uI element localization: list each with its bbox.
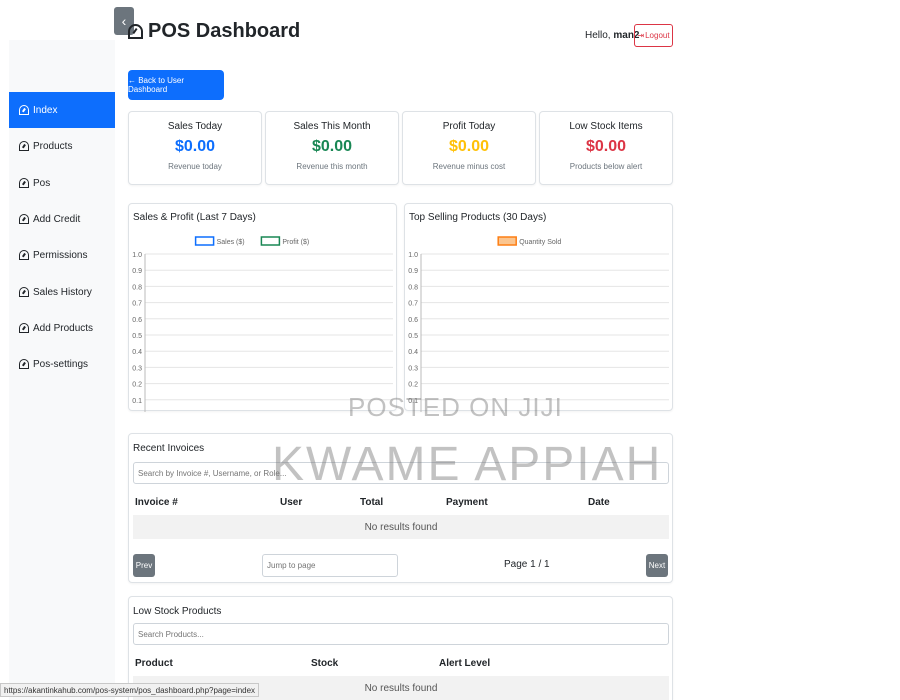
y-tick-label: 0.1: [132, 398, 142, 405]
sidebar-item-pos-settings[interactable]: Pos-settings: [9, 346, 115, 382]
stat-subtext: Revenue this month: [296, 162, 368, 171]
sidebar-item-pos[interactable]: Pos: [9, 165, 115, 201]
stat-card-profit-today: Profit Today $0.00 Revenue minus cost: [402, 111, 536, 185]
page-header: POS Dashboard: [128, 20, 300, 43]
chevron-left-icon: ‹: [121, 13, 127, 29]
watermark-text: KWAME APPIAH: [272, 438, 663, 491]
sidebar-item-sales-history[interactable]: Sales History: [9, 274, 115, 310]
stat-label: Profit Today: [442, 121, 496, 132]
section-title: Recent Invoices: [133, 443, 205, 454]
stat-value: $0.00: [585, 138, 627, 155]
product-search-input[interactable]: [133, 623, 669, 645]
column-header: User: [280, 497, 303, 508]
sidebar-item-add-products[interactable]: Add Products: [9, 310, 115, 346]
column-header: Alert Level: [439, 658, 491, 669]
dashboard-icon: [19, 323, 29, 333]
y-tick-label: 0.9: [132, 268, 142, 275]
sidebar-item-label: Products: [33, 140, 73, 152]
back-to-user-dashboard-button[interactable]: ← Back to User Dashboard: [128, 70, 224, 100]
dashboard-icon: [19, 250, 29, 260]
sidebar-item-add-credit[interactable]: Add Credit: [9, 201, 115, 237]
chart-plot-area: 1.00.90.80.70.60.50.40.30.20.10Quantity …: [408, 236, 669, 412]
y-tick-label: 0.5: [408, 333, 418, 340]
dashboard-icon: [19, 141, 29, 151]
sidebar-item-products[interactable]: Products: [9, 128, 115, 164]
column-header: Total: [360, 497, 384, 508]
stat-label: Sales This Month: [293, 121, 371, 132]
y-tick-label: 0.8: [132, 284, 142, 291]
stat-label: Low Stock Items: [569, 121, 643, 132]
y-tick-label: 0.3: [408, 365, 418, 372]
stat-card-low-stock: Low Stock Items $0.00 Products below ale…: [539, 111, 673, 185]
watermark-text: POSTED ON JIJI: [348, 392, 563, 422]
dashboard-icon: [19, 214, 29, 224]
logout-label: Logout: [645, 31, 670, 40]
stat-subtext: Products below alert: [569, 162, 643, 171]
dashboard-icon: [19, 105, 29, 115]
legend-label: Sales ($): [217, 239, 245, 246]
sidebar-item-index[interactable]: Index: [9, 92, 115, 128]
y-tick-label: 0.8: [408, 284, 418, 291]
column-header: Invoice #: [135, 497, 178, 508]
stat-card-sales-month: Sales This Month $0.00 Revenue this mont…: [265, 111, 399, 185]
page-indicator: Page 1 / 1: [504, 559, 550, 570]
sidebar: Index Products Pos Add Credit Permission…: [9, 40, 115, 700]
sidebar-item-label: Pos-settings: [33, 358, 89, 370]
sidebar-item-label: Permissions: [33, 249, 88, 261]
column-header: Payment: [446, 497, 488, 508]
sidebar-item-label: Sales History: [33, 286, 92, 298]
y-tick-label: 0.6: [132, 317, 142, 324]
legend-label: Profit ($): [282, 239, 309, 246]
stat-subtext: Revenue today: [168, 162, 222, 171]
logout-icon: ⇥: [637, 31, 645, 40]
y-tick-label: 1.0: [408, 252, 418, 259]
empty-table-message: No results found: [133, 515, 669, 539]
column-header: Stock: [311, 658, 339, 669]
legend-swatch: [497, 236, 517, 246]
legend-label: Quantity Sold: [519, 239, 561, 246]
y-tick-label: 0.9: [408, 268, 418, 275]
sidebar-item-label: Add Credit: [33, 213, 81, 225]
y-tick-label: 0.4: [408, 349, 418, 356]
sales-profit-chart: Sales & Profit (Last 7 Days) 1.0 0.9 0.8 0.…: [128, 203, 397, 412]
jump-to-page-input[interactable]: [262, 554, 398, 577]
stat-subtext: Revenue minus cost: [432, 162, 506, 171]
prev-page-button[interactable]: Prev: [133, 554, 155, 577]
y-tick-label: 1.0: [132, 252, 142, 259]
dashboard-icon: [19, 287, 29, 297]
y-tick-label: 0.7: [408, 301, 418, 308]
page-title: POS Dashboard: [148, 20, 301, 42]
sidebar-item-permissions[interactable]: Permissions: [9, 237, 115, 273]
stat-card-sales-today: Sales Today $0.00 Revenue today: [128, 111, 262, 185]
top-selling-chart: Top Selling Products (30 Days) 1.0 0.9 0.8…: [404, 203, 673, 412]
user-greeting: Hello, man2: [585, 30, 639, 41]
sidebar-item-label: Add Products: [33, 322, 94, 334]
sidebar-item-label: Pos: [33, 177, 51, 189]
y-tick-label: 0.5: [132, 333, 142, 340]
column-header: Product: [135, 658, 173, 669]
sidebar-item-label: Index: [33, 104, 58, 116]
y-tick-label: 0.3: [132, 365, 142, 372]
status-bar-url: https://akantinkahub.com/pos-system/pos_…: [0, 683, 260, 697]
logout-button[interactable]: ⇥ Logout: [634, 24, 673, 47]
greeting-prefix: Hello,: [585, 30, 611, 41]
y-tick-label: 0.2: [408, 382, 418, 389]
stat-label: Sales Today: [167, 121, 223, 132]
stat-value: $0.00: [174, 138, 216, 155]
y-tick-label: 0.2: [132, 382, 142, 389]
section-title: Low Stock Products: [133, 606, 222, 617]
column-header: Date: [588, 497, 610, 508]
dashboard-icon: [19, 178, 29, 188]
dashboard-icon: [128, 24, 143, 39]
legend-swatch: [194, 236, 215, 246]
stat-value: $0.00: [311, 138, 353, 155]
chart-plot-area: 1.00.90.80.70.60.50.40.30.20.10Sales ($)…: [132, 236, 393, 412]
legend-swatch: [260, 236, 281, 246]
stat-value: $0.00: [448, 138, 490, 155]
y-tick-label: 0.4: [132, 349, 142, 356]
y-tick-label: 0.7: [132, 301, 142, 308]
y-tick-label: 0.6: [408, 317, 418, 324]
dashboard-icon: [19, 359, 29, 369]
next-page-button[interactable]: Next: [646, 554, 668, 577]
